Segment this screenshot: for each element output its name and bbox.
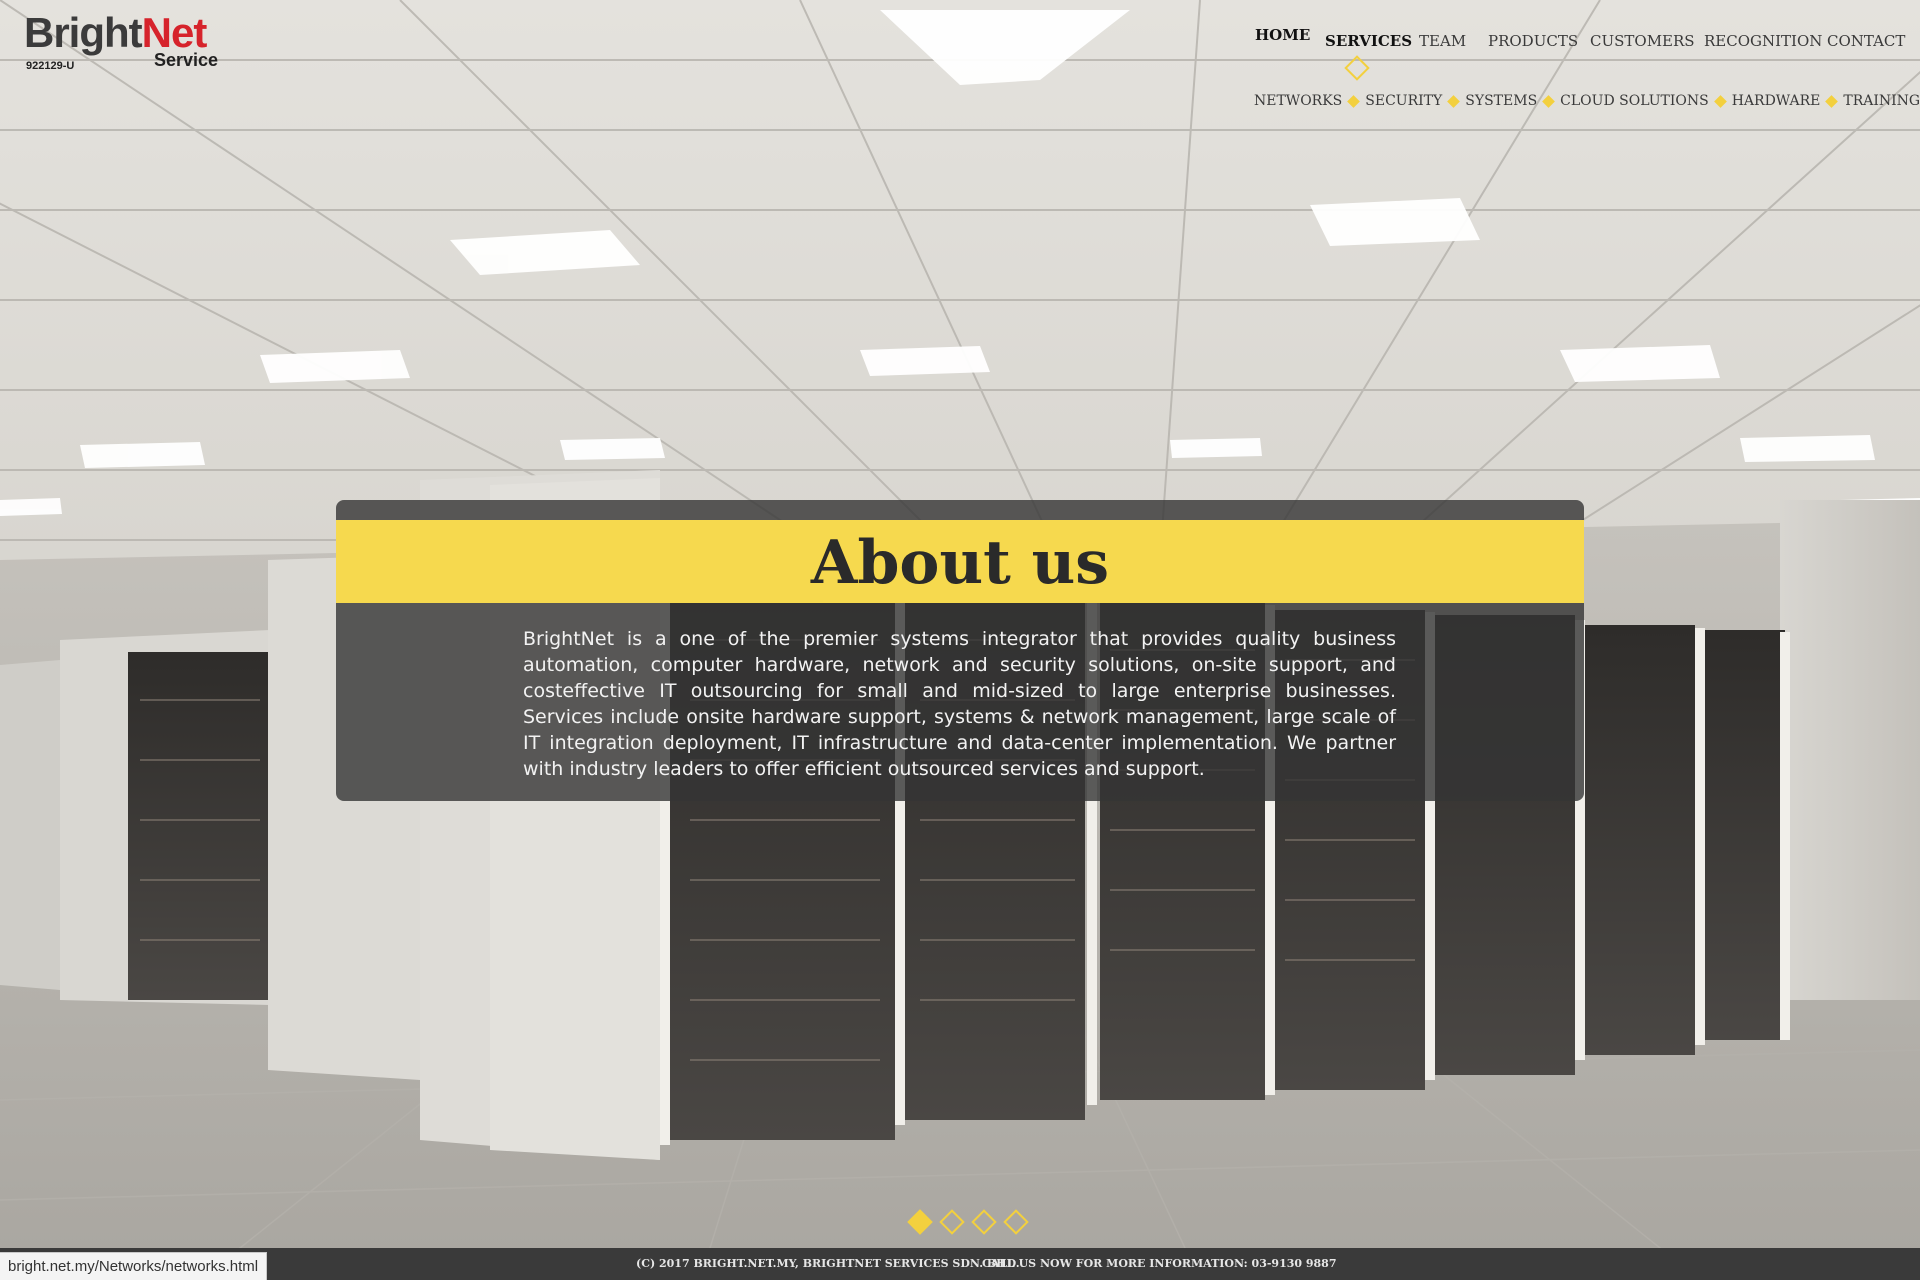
services-sub-nav: NETWORKS SECURITY SYSTEMS CLOUD SOLUTION… [1254,90,1920,112]
status-bar-url: bright.net.my/Networks/networks.html [0,1252,268,1280]
subnav-training[interactable]: TRAINING [1843,93,1920,109]
logo-subtitle: Service [154,50,219,70]
diamond-separator-icon [1713,94,1727,108]
footer-call-info: CALL US NOW FOR MORE INFORMATION: 03-913… [982,1257,1337,1270]
subnav-cloud-solutions[interactable]: CLOUD SOLUTIONS [1560,93,1709,109]
slider-dot-3[interactable] [971,1209,997,1235]
logo-word-bright: Bright [24,9,143,56]
slider-dot-1[interactable] [907,1209,933,1235]
nav-recognition[interactable]: RECOGNITION [1704,32,1822,50]
subnav-security[interactable]: SECURITY [1365,93,1442,109]
diamond-separator-icon [1347,94,1361,108]
company-registration-number: 922129-U [26,60,75,72]
nav-team[interactable]: TEAM [1419,32,1466,50]
subnav-networks[interactable]: NETWORKS [1254,93,1342,109]
diamond-separator-icon [1447,94,1461,108]
slider-pagination [904,1209,1032,1235]
subnav-systems[interactable]: SYSTEMS [1465,93,1537,109]
subnav-hardware[interactable]: HARDWARE [1732,93,1821,109]
nav-home[interactable]: HOME [1255,26,1310,44]
logo-word-net: Net [141,9,208,56]
nav-services[interactable]: SERVICES [1325,32,1412,50]
about-description: BrightNet is a one of the premier system… [523,628,1396,780]
footer-copyright: (C) 2017 BRIGHT.NET.MY, BRIGHTNET SERVIC… [636,1257,1020,1270]
about-panel: About us BrightNet is a one of the premi… [336,500,1584,801]
diamond-separator-icon [1825,94,1839,108]
about-title: About us [810,528,1110,598]
slider-dot-2[interactable] [939,1209,965,1235]
footer: (C) 2017 BRIGHT.NET.MY, BRIGHTNET SERVIC… [0,1248,1920,1280]
slider-dot-4[interactable] [1003,1209,1029,1235]
diamond-separator-icon [1542,94,1556,108]
main-nav: HOME SERVICES TEAM PRODUCTS CUSTOMERS RE… [1240,26,1905,56]
nav-products[interactable]: PRODUCTS [1488,32,1578,50]
brightnet-logo[interactable]: BrightNet Service 922129-U [24,9,224,73]
nav-customers[interactable]: CUSTOMERS [1590,32,1695,50]
nav-contact[interactable]: CONTACT [1827,32,1905,50]
